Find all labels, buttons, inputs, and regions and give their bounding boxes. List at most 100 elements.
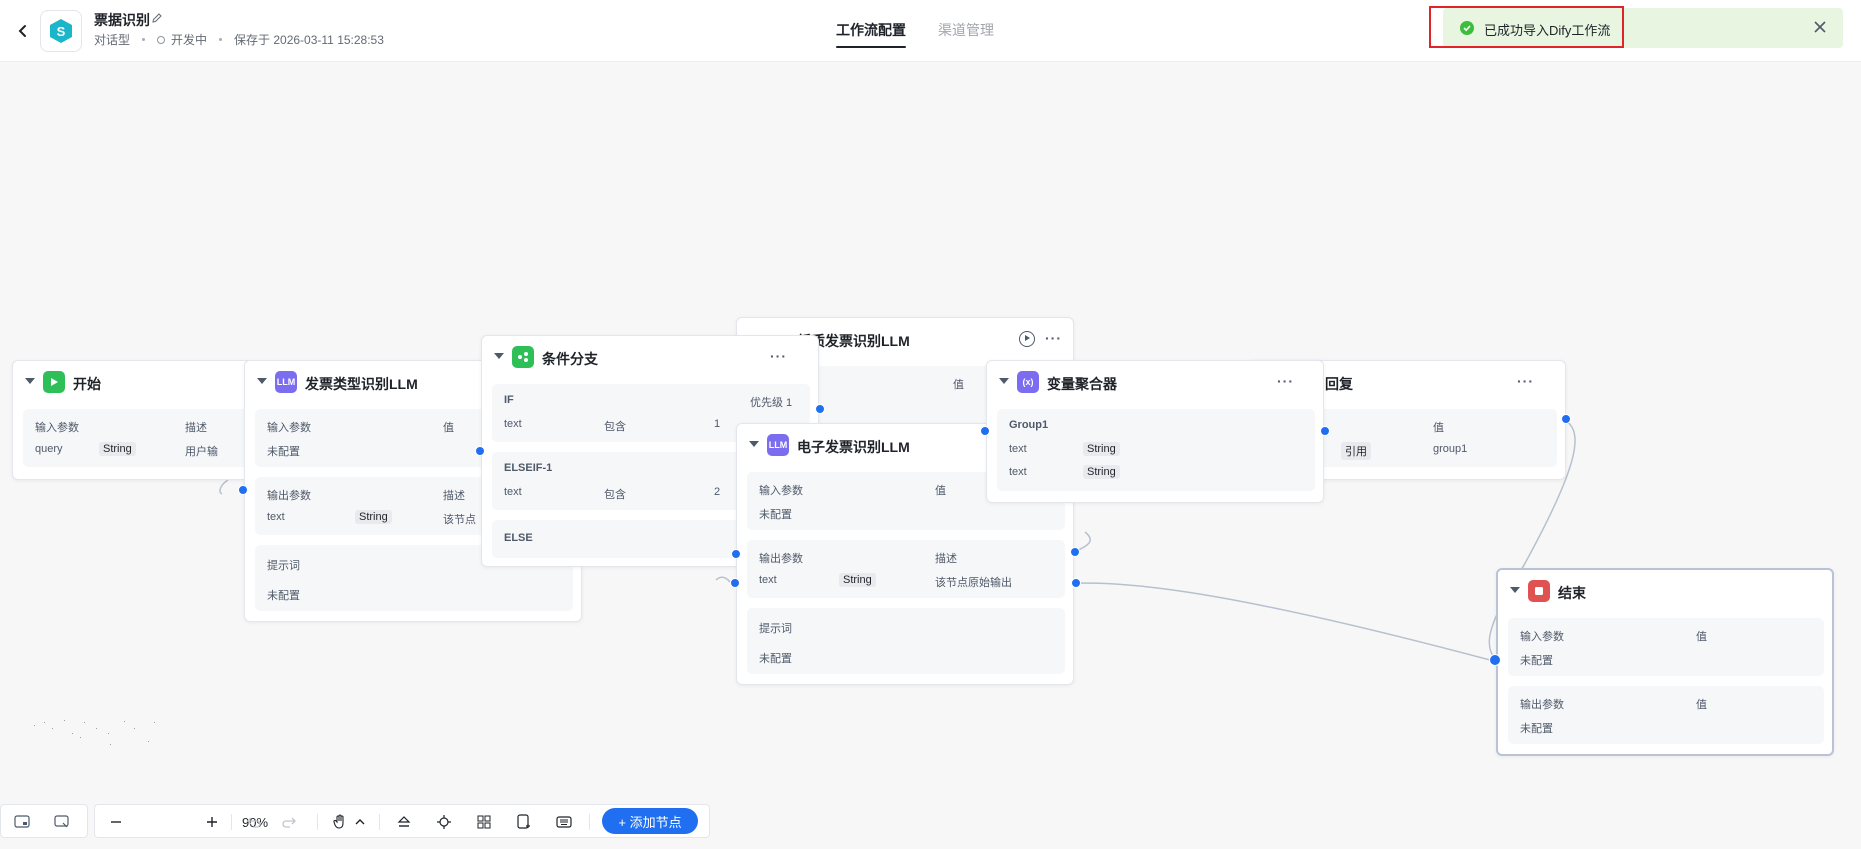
prompt-value: 未配置 — [267, 590, 300, 602]
keyboard-icon[interactable] — [555, 813, 573, 831]
collapse-caret-icon[interactable] — [494, 353, 504, 359]
add-node-button[interactable]: + 添加节点 — [602, 808, 698, 834]
value-label: 值 — [443, 422, 454, 434]
if-label: IF — [504, 394, 514, 406]
connection-port[interactable] — [475, 446, 485, 456]
comment-icon[interactable] — [53, 813, 71, 831]
prompt-label: 提示词 — [267, 560, 300, 572]
if-variable: text — [504, 418, 522, 430]
app-meta: 对话型 开发中 保存于 2026-03-11 15:28:53 — [94, 31, 384, 48]
connection-port[interactable] — [1070, 547, 1080, 557]
separator-dot — [142, 38, 146, 41]
output-desc: 该节点 — [443, 514, 476, 526]
node-title: 开始 — [73, 376, 101, 392]
connection-port[interactable] — [1561, 414, 1571, 424]
node-title: 回复 — [1325, 376, 1353, 392]
else-label: ELSE — [504, 532, 533, 544]
ref-tag: 引用 — [1341, 442, 1371, 460]
if-operator: 包含 — [604, 421, 626, 433]
variable-aggregator-node[interactable]: (x) 变量聚合器 ··· Group1 text String text St… — [986, 360, 1324, 503]
value-label: 值 — [953, 379, 964, 391]
collapse-caret-icon[interactable] — [999, 378, 1009, 384]
output-type-tag: String — [355, 510, 392, 524]
app-logo: S — [40, 10, 82, 52]
input-params-label: 输入参数 — [35, 422, 79, 434]
more-options-icon[interactable]: ··· — [1517, 373, 1534, 389]
collapse-caret-icon[interactable] — [257, 378, 267, 384]
desc-label: 描述 — [443, 490, 465, 502]
stop-icon — [1528, 580, 1550, 602]
connection-port[interactable] — [815, 404, 825, 414]
undo-icon[interactable] — [245, 813, 263, 831]
input-value: 未配置 — [1520, 655, 1553, 667]
output-name: text — [759, 574, 777, 586]
zoom-in-icon[interactable] — [203, 813, 221, 831]
app-type: 对话型 — [94, 33, 131, 47]
group-var-type: String — [1083, 465, 1120, 479]
output-params-label: 输出参数 — [267, 490, 311, 502]
collapse-caret-icon[interactable] — [25, 378, 35, 384]
minimap-icon[interactable] — [13, 813, 31, 831]
output-section: 输出参数 描述 text String 该节点原始输出 — [747, 540, 1065, 598]
grid-layout-icon[interactable] — [475, 813, 493, 831]
end-node[interactable]: 结束 输入参数 值 未配置 输出参数 值 未配置 — [1496, 568, 1834, 756]
param-desc: 用户输 — [185, 446, 218, 458]
node-title: 条件分支 — [542, 351, 598, 367]
group-var-type: String — [1083, 442, 1120, 456]
input-params-label: 输入参数 — [1520, 631, 1564, 643]
zoom-out-icon[interactable] — [107, 813, 125, 831]
saved-time: 保存于 2026-03-11 15:28:53 — [234, 33, 384, 47]
connection-port[interactable] — [730, 578, 740, 588]
prompt-label: 提示词 — [759, 623, 792, 635]
connection-port[interactable] — [238, 485, 248, 495]
elseif-variable: text — [504, 486, 522, 498]
more-options-icon[interactable]: ··· — [1045, 330, 1062, 346]
more-options-icon[interactable]: ··· — [770, 348, 787, 364]
output-desc: 该节点原始输出 — [935, 577, 1012, 589]
tab-workflow-config[interactable]: 工作流配置 — [836, 20, 906, 48]
value-label: 值 — [935, 485, 946, 497]
node-title: 电子发票识别LLM — [797, 439, 910, 455]
status-ring-icon — [157, 35, 166, 44]
tab-channel-management[interactable]: 渠道管理 — [938, 20, 994, 40]
connection-port[interactable] — [1489, 654, 1501, 666]
top-bar: S 票据识别 对话型 开发中 保存于 2026-03-11 15:28:53 工… — [0, 0, 1861, 62]
toast-highlight-box — [1429, 6, 1624, 48]
if-value: 1 — [714, 418, 721, 430]
connection-port[interactable] — [731, 549, 741, 559]
collapse-caret-icon[interactable] — [1510, 587, 1520, 593]
node-header: 结束 — [1498, 570, 1832, 612]
more-options-icon[interactable]: ··· — [1277, 373, 1294, 389]
redo-icon[interactable] — [280, 813, 298, 831]
layout-align-icon[interactable] — [395, 813, 413, 831]
chevron-up-icon[interactable] — [351, 813, 369, 831]
output-value: 未配置 — [1520, 723, 1553, 735]
start-node[interactable]: 开始 输入参数 描述 query String 用户输 — [12, 360, 253, 480]
run-play-icon[interactable] — [1019, 331, 1035, 347]
node-title: 变量聚合器 — [1047, 376, 1117, 392]
output-params-label: 输出参数 — [1520, 699, 1564, 711]
param-name: query — [35, 443, 63, 455]
add-note-icon[interactable] — [515, 813, 533, 831]
close-icon[interactable] — [1810, 17, 1830, 37]
back-arrow-icon[interactable] — [10, 18, 36, 44]
connection-port[interactable] — [980, 426, 990, 436]
value-label: 值 — [1433, 422, 1444, 434]
group-label: Group1 — [1009, 419, 1049, 431]
variable-icon: (x) — [1017, 371, 1039, 393]
collapse-caret-icon[interactable] — [749, 441, 759, 447]
connection-port[interactable] — [1071, 578, 1081, 588]
edit-pencil-icon[interactable] — [151, 12, 163, 24]
hand-pan-icon[interactable] — [331, 813, 349, 831]
group-var-name: text — [1009, 443, 1027, 455]
elseif-operator: 包含 — [604, 489, 626, 501]
center-focus-icon[interactable] — [435, 813, 453, 831]
prompt-value: 未配置 — [759, 653, 792, 665]
play-icon — [43, 371, 65, 393]
start-input-section: 输入参数 描述 query String 用户输 — [23, 409, 253, 467]
connection-port[interactable] — [1320, 426, 1330, 436]
node-header: 开始 — [13, 361, 251, 403]
output-section: 输出参数 值 未配置 — [1508, 686, 1824, 744]
input-value: 未配置 — [759, 509, 792, 521]
desc-label: 描述 — [935, 553, 957, 565]
